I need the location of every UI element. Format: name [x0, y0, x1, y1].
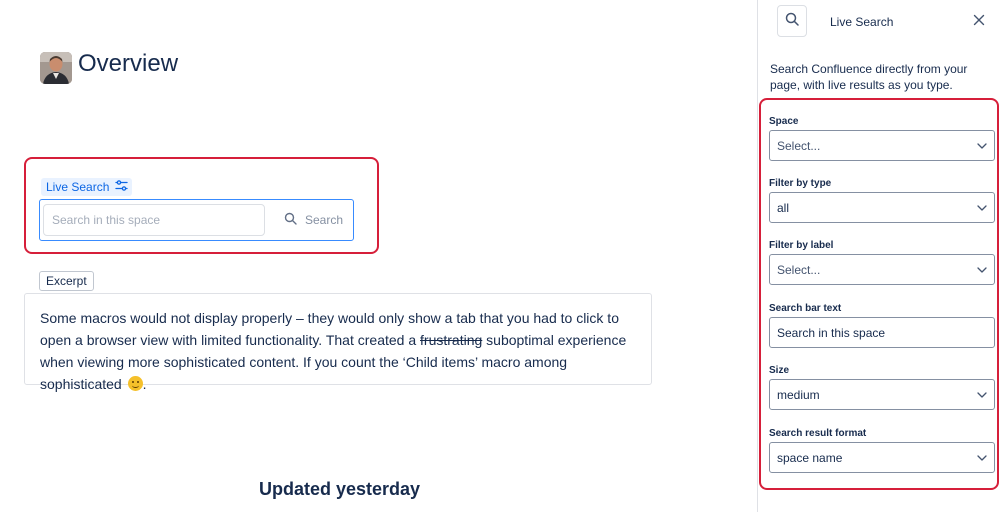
filter-label-label: Filter by label [769, 240, 834, 251]
chevron-down-icon [977, 203, 987, 213]
chevron-down-icon [977, 453, 987, 463]
result-format-label: Search result format [769, 428, 867, 439]
chevron-down-icon [977, 265, 987, 275]
macro-chip-label: Live Search [46, 180, 110, 194]
chevron-down-icon [977, 141, 987, 151]
space-select-value: Select... [777, 138, 821, 153]
smiley-icon [127, 376, 143, 391]
search-bar-text-value: Search in this space [777, 325, 886, 340]
search-icon [284, 212, 297, 228]
excerpt-strikethrough: frustrating [420, 332, 483, 348]
result-format-select[interactable]: space name [769, 442, 995, 473]
size-select-value: medium [777, 387, 820, 402]
panel-title: Live Search [830, 15, 894, 29]
settings-sliders-icon [115, 180, 129, 194]
filter-label-select[interactable]: Select... [769, 254, 995, 285]
macro-search-button-label: Search [305, 213, 344, 227]
filter-type-select-value: all [777, 200, 790, 215]
filter-type-select[interactable]: all [769, 192, 995, 223]
filter-type-label: Filter by type [769, 178, 832, 189]
search-icon [785, 12, 799, 31]
macro-search-input[interactable] [43, 204, 265, 236]
live-search-macro-chip[interactable]: Live Search [41, 178, 133, 196]
chevron-down-icon [977, 390, 987, 400]
space-select[interactable]: Select... [769, 130, 995, 161]
close-icon[interactable] [971, 12, 987, 28]
result-format-select-value: space name [777, 450, 843, 465]
page-title: Overview [78, 50, 179, 77]
updated-heading: Updated yesterday [259, 479, 421, 499]
macro-search-button[interactable]: Search [276, 206, 351, 234]
panel-search-button[interactable] [777, 5, 807, 37]
size-label: Size [769, 365, 790, 376]
space-label: Space [769, 116, 799, 127]
panel-description: Search Confluence directly from your pag… [770, 62, 968, 92]
search-bar-text-field[interactable]: Search in this space [769, 317, 995, 348]
excerpt-text-end: . [142, 376, 147, 392]
filter-label-select-value: Select... [777, 262, 821, 277]
avatar [40, 52, 72, 84]
size-select[interactable]: medium [769, 379, 995, 410]
excerpt-content: Some macros would not display properly –… [24, 293, 652, 392]
search-bar-text-label: Search bar text [769, 303, 842, 314]
excerpt-tag[interactable]: Excerpt [39, 271, 94, 291]
